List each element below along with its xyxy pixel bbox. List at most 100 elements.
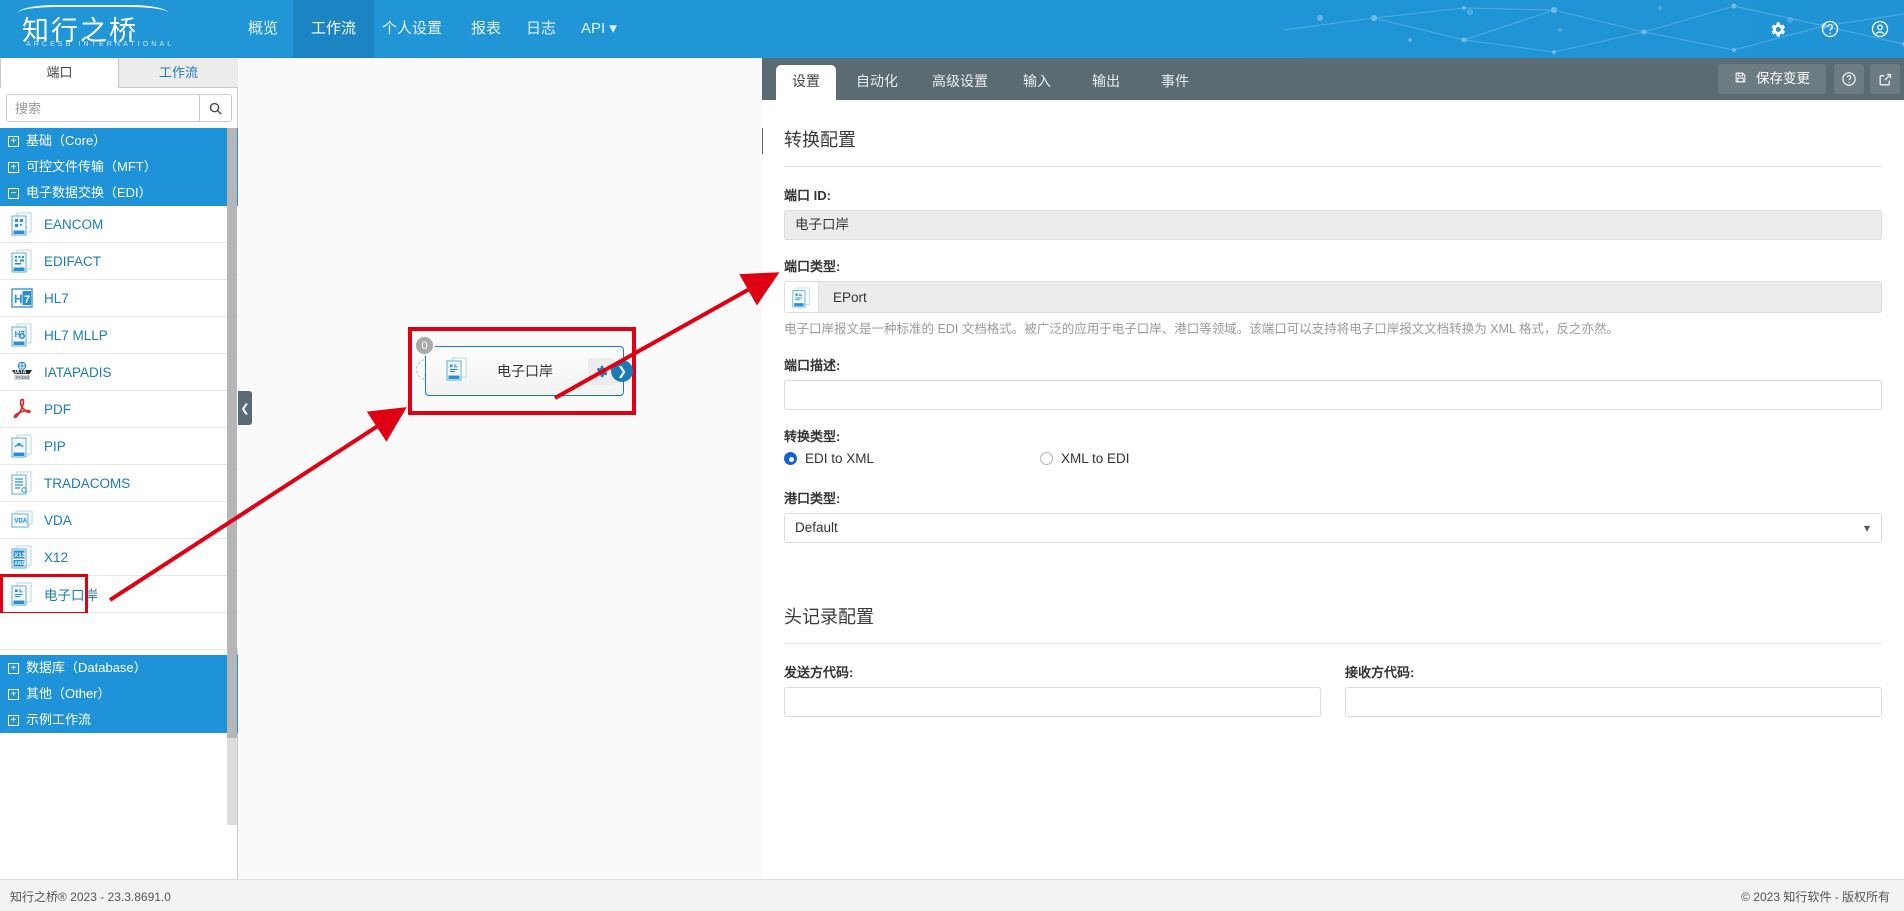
radio-dot-selected [784, 451, 797, 465]
expand-icon: + [8, 162, 19, 173]
sidebar-item-empty [0, 613, 238, 650]
svg-text:X12: X12 [14, 553, 25, 559]
port-kind-select-wrap: Default ▾ [784, 512, 1882, 543]
field-port-description: 端口描述: [784, 355, 1882, 410]
tab-events[interactable]: 事件 [1145, 65, 1205, 100]
tab-advanced[interactable]: 高级设置 [916, 65, 1004, 100]
convert-type-radio-group: EDI to XML XML to EDI [784, 451, 1882, 466]
nav-item-overview[interactable]: 概览 [230, 0, 296, 58]
sidebar-category-label: 其他（Other） [26, 686, 111, 701]
save-button[interactable]: 保存变更 [1718, 64, 1826, 94]
settings-form: 转换配置 端口 ID: 电子口岸 端口类型: EPort 电子口岸报文是一种标准… [762, 100, 1904, 879]
footer-version-text: 知行之桥® 2023 - 23.3.8691.0 [10, 890, 171, 904]
node-output-port[interactable]: ❯ [611, 360, 633, 382]
sidebar-item-label: EANCOM [44, 216, 104, 232]
sidebar-scrollbar-thumb[interactable] [227, 128, 237, 738]
nav-item-profile[interactable]: 个人设置 [364, 0, 460, 58]
settings-panel: ✕ 设置 自动化 高级设置 输入 输出 事件 保存变更 转换配置 端口 ID: … [762, 58, 1904, 879]
x12-doc-icon: X12 ANSI [0, 545, 44, 569]
port-type-label: 端口类型: [784, 259, 841, 274]
left-sidebar: 端口 工作流 + 基础（Core） + 可控文件传输（MFT） −电子数据交换（ED… [0, 58, 238, 879]
workflow-canvas[interactable]: ❮ ❯ 电子口岸 0 ❯ [238, 58, 762, 879]
search-row [6, 94, 232, 122]
tab-output[interactable]: 输出 [1076, 65, 1136, 100]
help-icon[interactable] [1834, 64, 1864, 94]
app-logo[interactable]: 知行之桥 ARCESB INTERNATIONAL [14, 3, 174, 55]
radio-label: XML to EDI [1061, 450, 1130, 466]
sender-code-label: 发送方代码: [784, 664, 854, 680]
sidebar-category-mft[interactable]: + 可控文件传输（MFT） [0, 154, 238, 180]
sidebar-item-pdf[interactable]: PDF [0, 391, 238, 428]
pdf-icon [0, 397, 44, 421]
receiver-code-input[interactable] [1345, 686, 1882, 717]
nav-item-api[interactable]: API ▾ [563, 0, 635, 58]
tradacoms-doc-icon [0, 471, 44, 495]
port-id-value: 电子口岸 [784, 210, 1882, 240]
sidebar-item-x12[interactable]: X12 ANSI X12 [0, 539, 238, 576]
logo-english-text: ARCESB INTERNATIONAL [26, 41, 175, 48]
sidebar-category-database[interactable]: + 数据库（Database） [0, 655, 238, 681]
sidebar-item-label: PIP [44, 438, 66, 454]
sidebar-category-edi[interactable]: − 电子数据交换（EDI） [0, 180, 238, 206]
sidebar-category-core[interactable]: + 基础（Core） [0, 128, 238, 154]
help-icon[interactable] [1810, 0, 1850, 58]
node-count-badge: 0 [414, 335, 435, 356]
port-type-help-text: 电子口岸报文是一种标准的 EDI 文档格式。被广泛的应用于电子口岸、港口等领域。… [784, 322, 1619, 336]
header-record-row: 发送方代码: 接收方代码: [784, 662, 1882, 733]
svg-text:PADIS: PADIS [16, 375, 29, 380]
workflow-node-label: 电子口岸 [497, 363, 553, 379]
sidebar-item-eancom[interactable]: EANCOM [0, 206, 238, 243]
panel-tabbar: 设置 自动化 高级设置 输入 输出 事件 保存变更 [762, 58, 1904, 100]
sidebar-tab-workflows[interactable]: 工作流 [119, 58, 238, 88]
field-port-type: 端口类型: EPort 电子口岸报文是一种标准的 EDI 文档格式。被广泛的应用… [784, 256, 1882, 339]
nav-item-workflow[interactable]: 工作流 [293, 0, 375, 58]
sidebar-category-other[interactable]: + 其他（Other） [0, 681, 238, 707]
gear-icon[interactable] [1757, 0, 1797, 58]
sidebar-item-label: HL7 MLLP [44, 327, 108, 343]
port-kind-select[interactable]: Default [784, 512, 1882, 543]
field-port-id: 端口 ID: 电子口岸 [784, 185, 1882, 240]
sidebar-tab-ports[interactable]: 端口 [0, 58, 119, 88]
popout-icon[interactable] [1870, 64, 1900, 94]
radio-dot [1040, 451, 1053, 465]
sidebar-item-pip[interactable]: PIP [0, 428, 238, 465]
sidebar-category-label: 数据库（Database） [26, 660, 147, 675]
sidebar-item-tradacoms[interactable]: TRADACOMS [0, 465, 238, 502]
port-description-label: 端口描述: [784, 357, 841, 373]
tab-automation[interactable]: 自动化 [840, 65, 914, 100]
sidebar-category-sample-workflows[interactable]: + 示例工作流 [0, 707, 238, 733]
chevron-left-icon[interactable]: ❮ [238, 391, 252, 425]
tab-settings[interactable]: 设置 [776, 65, 836, 100]
sidebar-item-label: IATAPADIS [44, 364, 112, 380]
save-icon [1734, 71, 1751, 86]
save-button-label: 保存变更 [1756, 71, 1810, 86]
expand-icon: + [8, 663, 19, 674]
search-icon[interactable] [199, 94, 232, 122]
port-description-input[interactable] [784, 379, 1882, 410]
sender-code-input[interactable] [784, 686, 1321, 717]
radio-xml-to-edi[interactable]: XML to EDI [1040, 451, 1130, 466]
sidebar-item-iatapadis[interactable]: IATA PADIS IATAPADIS [0, 354, 238, 391]
sidebar-category-label: 电子数据交换（EDI） [26, 185, 152, 200]
tab-input[interactable]: 输入 [1007, 65, 1067, 100]
sidebar-item-edifact[interactable]: EDIFACT [0, 243, 238, 280]
sidebar-item-hl7[interactable]: H7 HL7 [0, 280, 238, 317]
eancom-doc-icon [0, 212, 44, 236]
sidebar-tabstrip: 端口 工作流 [0, 58, 238, 88]
sidebar-item-label: EDIFACT [44, 253, 102, 269]
expand-icon: + [8, 136, 19, 147]
search-input[interactable] [6, 94, 199, 122]
sidebar-item-vda[interactable]: VDA VDA [0, 502, 238, 539]
sidebar-item-highlight [0, 574, 88, 615]
sidebar-scrollbar[interactable] [227, 128, 237, 825]
field-sender-code: 发送方代码: [784, 662, 1321, 717]
user-icon[interactable] [1860, 0, 1900, 58]
sidebar-item-label: PDF [44, 401, 71, 417]
port-id-label: 端口 ID: [784, 188, 831, 203]
radio-edi-to-xml[interactable]: EDI to XML [784, 451, 1040, 466]
collapse-icon: − [8, 188, 19, 199]
footer-copyright-text: © 2023 知行软件 - 版权所有 [1741, 890, 1890, 904]
workflow-node-eport[interactable]: 电子口岸 [425, 346, 624, 396]
sidebar-item-hl7-mllp[interactable]: H7 HL7 MLLP [0, 317, 238, 354]
section-title-conversion: 转换配置 [784, 100, 1882, 167]
